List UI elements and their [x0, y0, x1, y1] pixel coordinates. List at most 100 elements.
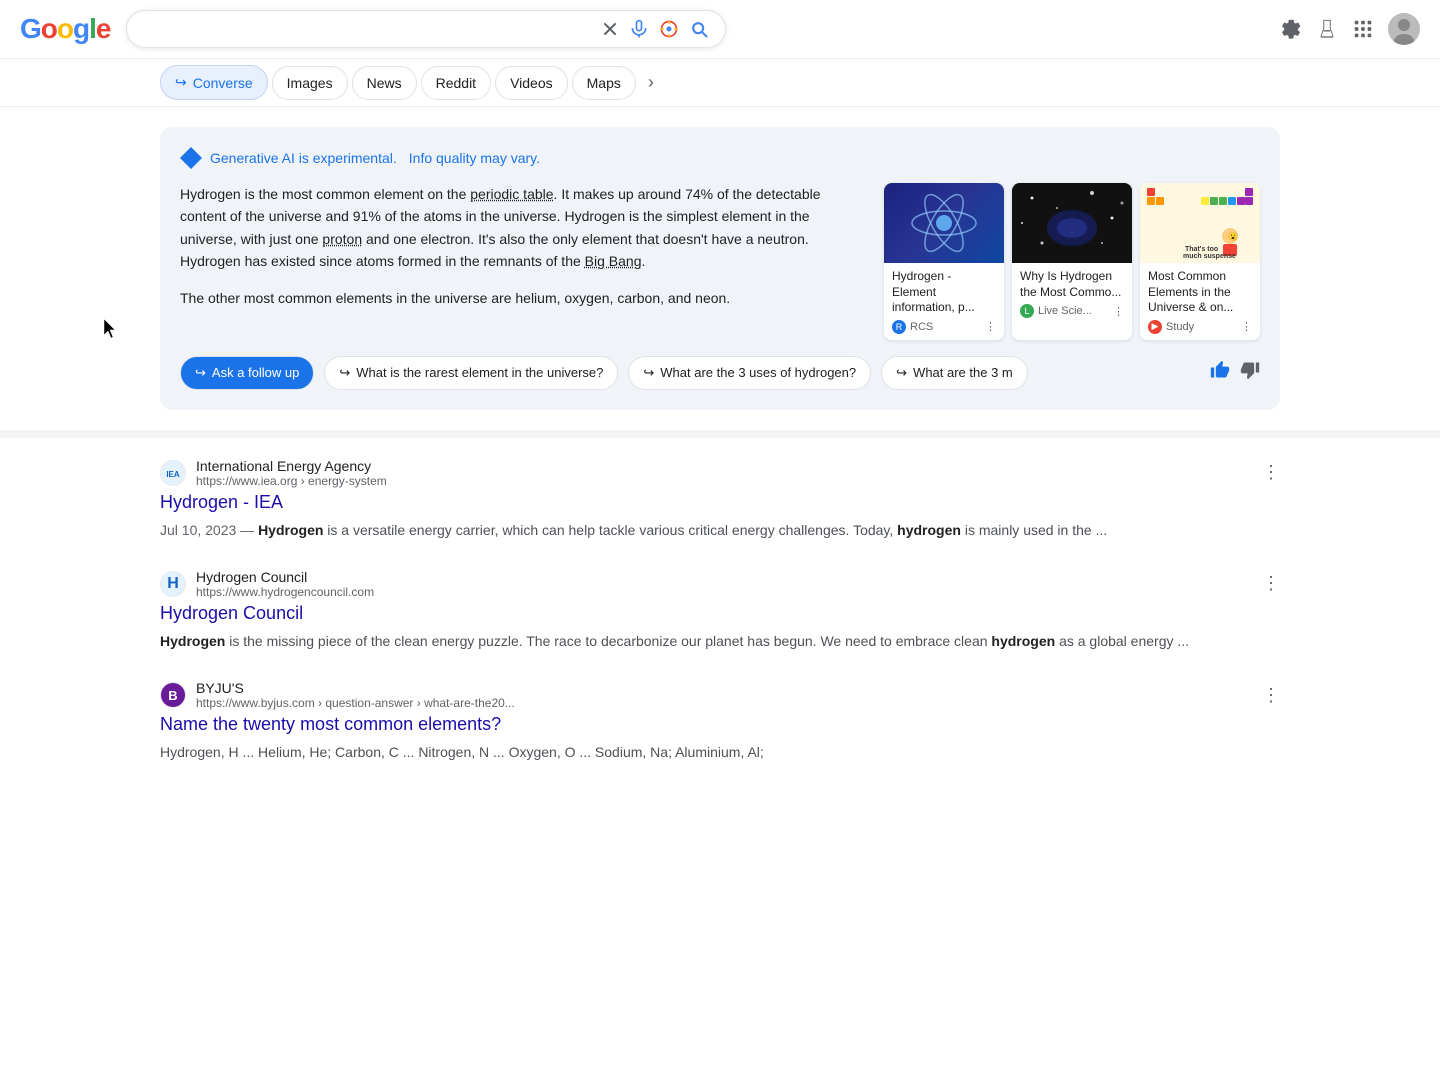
close-icon: [601, 20, 619, 38]
source-url-hc: https://www.hydrogencouncil.com: [196, 585, 374, 599]
svg-text:😮: 😮: [1228, 232, 1238, 241]
lens-search-button[interactable]: [659, 19, 679, 39]
ai-header: Generative AI is experimental. Info qual…: [180, 147, 1260, 169]
ai-image-card-2[interactable]: Why Is Hydrogen the Most Commo... L Live…: [1012, 183, 1132, 340]
search-input[interactable]: what is the most common element on the p…: [143, 20, 591, 38]
result-menu-hc[interactable]: ⋮: [1262, 573, 1280, 594]
thumbs-down-icon: [1240, 360, 1260, 380]
logo-g: G: [20, 13, 41, 45]
source-dot-2: L: [1020, 304, 1034, 318]
tab-converse-label: Converse: [193, 75, 253, 91]
result-title-byjus[interactable]: Name the twenty most common elements?: [160, 714, 1280, 735]
search-bar: what is the most common element on the p…: [126, 10, 726, 48]
ai-image-card-1[interactable]: Hydrogen - Element information, p... R R…: [884, 183, 1004, 340]
ask-followup-label: Ask a follow up: [212, 365, 299, 380]
atom-icon: [909, 188, 979, 258]
result-snippet-hc: Hydrogen is the missing piece of the cle…: [160, 630, 1280, 652]
result-source-hc: H Hydrogen Council https://www.hydrogenc…: [160, 569, 1280, 599]
labs-button[interactable]: [1316, 18, 1338, 40]
result-menu-iea[interactable]: ⋮: [1262, 462, 1280, 483]
source-name-1: RCS: [910, 321, 933, 333]
card-more-2[interactable]: ⋮: [1113, 305, 1124, 318]
settings-button[interactable]: [1280, 18, 1302, 40]
result-menu-byjus[interactable]: ⋮: [1262, 685, 1280, 706]
source-info-hc: Hydrogen Council https://www.hydrogencou…: [196, 569, 374, 599]
results-section: IEA International Energy Agency https://…: [0, 438, 1440, 811]
favicon-hc: H: [160, 571, 186, 597]
ai-card-info-2: Why Is Hydrogen the Most Commo... L Live…: [1012, 263, 1132, 324]
result-snippet-iea: Jul 10, 2023 — Hydrogen is a versatile e…: [160, 519, 1280, 541]
google-logo: Google: [20, 13, 110, 45]
proton-link[interactable]: proton: [322, 231, 362, 247]
ai-experimental-label: Generative AI is experimental.: [210, 150, 397, 166]
voice-search-button[interactable]: [629, 19, 649, 39]
ask-followup-button[interactable]: ↪ Ask a follow up: [180, 356, 314, 390]
result-item-byjus: B BYJU'S https://www.byjus.com › questio…: [160, 680, 1280, 763]
apps-button[interactable]: [1352, 18, 1374, 40]
logo-o2: o: [57, 13, 73, 45]
followup-chip-rarest[interactable]: ↪ What is the rarest element in the univ…: [324, 356, 618, 390]
avatar[interactable]: [1388, 13, 1420, 45]
tab-images[interactable]: Images: [272, 66, 348, 100]
followup-icon: ↪: [195, 365, 206, 381]
tab-videos-label: Videos: [510, 75, 553, 91]
chip-more-icon: ↪: [896, 365, 907, 381]
favicon-byjus-letter: B: [168, 688, 177, 703]
thumbs-up-icon: [1210, 360, 1230, 380]
ai-card-source-2: L Live Scie... ⋮: [1020, 304, 1124, 318]
ai-image-card-3[interactable]: 😮 That's too much suspense Most Common E…: [1140, 183, 1260, 340]
tab-images-label: Images: [287, 75, 333, 91]
followup-chip-uses[interactable]: ↪ What are the 3 uses of hydrogen?: [628, 356, 871, 390]
labs-icon: [1316, 18, 1338, 40]
search-button[interactable]: [689, 19, 709, 39]
more-tabs-button[interactable]: ›: [640, 66, 662, 99]
ai-paragraph-2: The other most common elements in the un…: [180, 287, 864, 309]
ai-image-thumb-1: [884, 183, 1004, 263]
logo-e: e: [96, 13, 111, 45]
search-icon: [689, 19, 709, 39]
tab-news-label: News: [367, 75, 402, 91]
source-url-byjus: https://www.byjus.com › question-answer …: [196, 696, 515, 710]
card-more-1[interactable]: ⋮: [985, 320, 996, 333]
tab-news[interactable]: News: [352, 66, 417, 100]
gear-icon: [1280, 18, 1302, 40]
tab-maps-label: Maps: [587, 75, 621, 91]
source-dot-3: ▶: [1148, 320, 1162, 334]
source-url-iea: https://www.iea.org › energy-system: [196, 474, 387, 488]
tab-converse[interactable]: ↪ Converse: [160, 65, 268, 100]
result-title-iea[interactable]: Hydrogen - IEA: [160, 492, 1280, 513]
tab-videos[interactable]: Videos: [495, 66, 568, 100]
ai-card-title-3: Most Common Elements in the Universe & o…: [1148, 269, 1252, 316]
source-name-3: Study: [1166, 321, 1194, 333]
converse-icon: ↪: [175, 74, 187, 91]
source-info-iea: International Energy Agency https://www.…: [196, 458, 387, 488]
clear-button[interactable]: [601, 20, 619, 38]
stars-image: [1012, 183, 1132, 263]
ai-card-source-3: ▶ Study ⋮: [1148, 320, 1252, 334]
header: Google what is the most common element o…: [0, 0, 1440, 59]
result-title-hc[interactable]: Hydrogen Council: [160, 603, 1280, 624]
ai-card-title-2: Why Is Hydrogen the Most Commo...: [1020, 269, 1124, 300]
thumbs-up-button[interactable]: [1210, 360, 1230, 385]
svg-text:That's too: That's too: [1185, 246, 1218, 253]
tab-reddit-label: Reddit: [436, 75, 476, 91]
tab-reddit[interactable]: Reddit: [421, 66, 491, 100]
followup-chip-more[interactable]: ↪ What are the 3 m: [881, 356, 1028, 390]
thumbs-down-button[interactable]: [1240, 360, 1260, 385]
periodic-table-link[interactable]: periodic table: [470, 186, 553, 202]
big-bang-link[interactable]: Big Bang: [585, 253, 642, 269]
ai-card-title-1: Hydrogen - Element information, p...: [892, 269, 996, 316]
tab-maps[interactable]: Maps: [572, 66, 636, 100]
chip-more-label: What are the 3 m: [913, 365, 1013, 380]
card-more-3[interactable]: ⋮: [1241, 320, 1252, 333]
ai-paragraph-1: Hydrogen is the most common element on t…: [180, 183, 864, 273]
logo-o1: o: [41, 13, 57, 45]
chip-uses-label: What are the 3 uses of hydrogen?: [660, 365, 856, 380]
header-right: [1280, 13, 1420, 45]
source-name-iea: International Energy Agency: [196, 458, 387, 474]
ai-image-thumb-3: 😮 That's too much suspense: [1140, 183, 1260, 263]
favicon-byjus: B: [160, 682, 186, 708]
ai-text-content: Hydrogen is the most common element on t…: [180, 183, 864, 340]
periodic-table-image: 😮 That's too much suspense: [1145, 186, 1255, 260]
feedback-icons: [1210, 360, 1260, 385]
